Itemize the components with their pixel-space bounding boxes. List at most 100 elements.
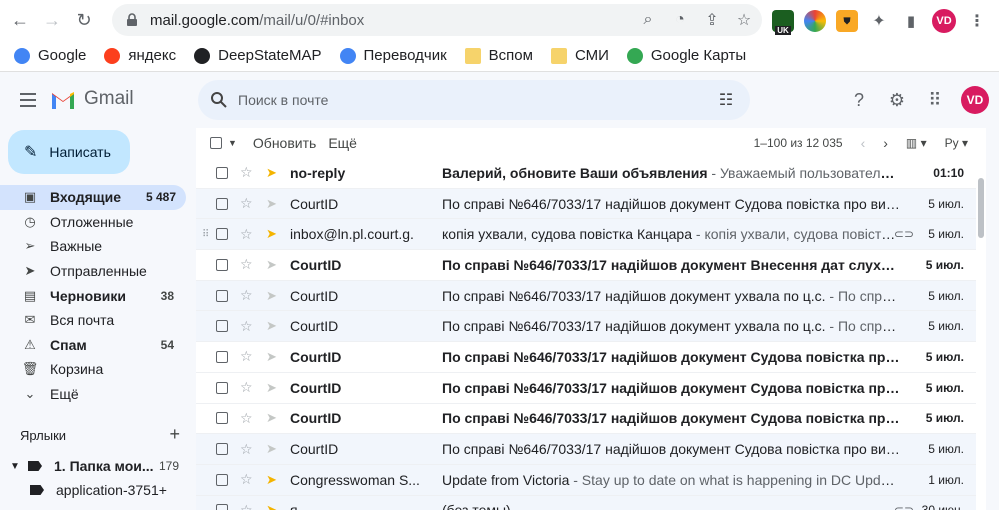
main-menu-icon[interactable] xyxy=(16,88,40,112)
table-row[interactable]: ☆ ➤ CourtID По справі №646/7033/17 надійшов… xyxy=(196,280,976,312)
compose-button[interactable]: ✎ Написать xyxy=(8,130,130,174)
table-row[interactable]: ☆ ➤ CourtID По справі №646/7033/17 надійшов… xyxy=(196,434,976,465)
zoom-icon[interactable]: ⌕ xyxy=(638,10,658,30)
more-button[interactable]: Ещё xyxy=(328,135,357,151)
importance-marker-icon[interactable]: ➤ xyxy=(266,380,286,396)
bookmark-item[interactable]: СМИ xyxy=(550,47,609,64)
sidebar-item-chevron-down[interactable]: ⌄ Ещё xyxy=(0,382,196,407)
extension-shield-icon[interactable]: ⛊ xyxy=(836,10,858,32)
bookmark-item[interactable]: Переводчик xyxy=(339,47,447,64)
next-page-icon[interactable]: › xyxy=(883,135,888,151)
importance-marker-icon[interactable]: ➤ xyxy=(266,226,286,242)
star-icon[interactable]: ☆ xyxy=(240,379,260,396)
row-checkbox[interactable] xyxy=(216,412,228,425)
search-bar[interactable]: ☷ xyxy=(198,80,750,120)
bookmark-star-icon[interactable]: ☆ xyxy=(734,10,754,30)
row-checkbox[interactable] xyxy=(216,228,228,241)
address-bar[interactable]: mail.google.com/mail/u/0/#inbox ⌕ ◔ ⇪ ☆ xyxy=(112,4,762,36)
list-scrollbar[interactable] xyxy=(978,178,984,238)
search-icon[interactable] xyxy=(210,91,228,109)
sidebar-item-draft[interactable]: ▤ Черновики 38 xyxy=(0,283,196,308)
attachment-icon[interactable]: ⊂⊃ xyxy=(894,503,914,510)
profile-avatar[interactable]: VD xyxy=(932,9,956,33)
importance-marker-icon[interactable]: ➤ xyxy=(266,165,286,181)
bookmark-item[interactable]: Google xyxy=(14,47,86,64)
label-item[interactable]: application-3751+ xyxy=(30,482,167,498)
star-icon[interactable]: ☆ xyxy=(240,287,260,304)
input-tools-button[interactable]: Ру ▾ xyxy=(945,136,968,150)
table-row[interactable]: ☆ ➤ CourtID По справі №646/7033/17 надійшов… xyxy=(196,342,976,373)
star-icon[interactable]: ☆ xyxy=(240,348,260,365)
performance-icon[interactable]: ◔ xyxy=(670,10,690,30)
browser-menu-icon[interactable]: ⋮ xyxy=(966,10,988,32)
site-info-icon[interactable] xyxy=(122,10,142,30)
sidebar-item-trash[interactable]: 🗑 Корзина xyxy=(0,357,196,382)
star-icon[interactable]: ☆ xyxy=(240,502,260,510)
drag-handle-icon[interactable]: ⠿ xyxy=(202,229,214,240)
bookmark-item[interactable]: яндекс xyxy=(104,47,176,64)
importance-marker-icon[interactable]: ➤ xyxy=(266,318,286,334)
add-label-icon[interactable]: + xyxy=(169,424,180,445)
row-checkbox[interactable] xyxy=(216,473,228,486)
importance-marker-icon[interactable]: ➤ xyxy=(266,502,286,510)
reload-icon[interactable]: ↻ xyxy=(68,4,100,36)
split-pane-icon[interactable]: ▥ ▾ xyxy=(906,136,927,150)
star-icon[interactable]: ☆ xyxy=(240,410,260,427)
table-row[interactable]: ☆ ➤ я(без темы) ⊂⊃ 30 июн. xyxy=(196,495,976,510)
row-checkbox[interactable] xyxy=(216,504,228,510)
importance-marker-icon[interactable]: ➤ xyxy=(266,196,286,212)
label-item[interactable]: ▼ 1. Папка мои... 179 xyxy=(10,458,179,474)
table-row[interactable]: ☆ ➤ CourtID По справі №646/7033/17 надійшов… xyxy=(196,403,976,435)
url-text[interactable]: mail.google.com/mail/u/0/#inbox xyxy=(150,12,364,29)
sidebar-item-clock[interactable]: ◷ Отложенные xyxy=(0,210,196,235)
importance-marker-icon[interactable]: ➤ xyxy=(266,257,286,273)
sidebar-item-all-mail[interactable]: ✉ Вся почта xyxy=(0,308,196,333)
importance-marker-icon[interactable]: ➤ xyxy=(266,349,286,365)
refresh-button[interactable]: Обновить xyxy=(253,135,316,151)
row-checkbox[interactable] xyxy=(216,320,228,333)
select-dropdown-icon[interactable]: ▼ xyxy=(228,138,237,148)
sidebar-item-important[interactable]: ➢ Важные xyxy=(0,234,196,259)
sidebar-item-send[interactable]: ➤ Отправленные xyxy=(0,259,196,284)
table-row[interactable]: ☆ ➤ CourtID По справі №646/7033/17 надійшов… xyxy=(196,372,976,404)
importance-marker-icon[interactable]: ➤ xyxy=(266,441,286,457)
attachment-icon[interactable]: ⊂⊃ xyxy=(894,227,914,241)
select-all-checkbox[interactable] xyxy=(210,137,222,149)
share-icon[interactable]: ⇪ xyxy=(702,10,722,30)
star-icon[interactable]: ☆ xyxy=(240,226,260,243)
row-checkbox[interactable] xyxy=(216,258,228,271)
table-row[interactable]: ⠿ ☆ ➤ inbox@ln.pl.court.g. копія ухвали, суд… xyxy=(196,219,976,251)
importance-marker-icon[interactable]: ➤ xyxy=(266,288,286,304)
star-icon[interactable]: ☆ xyxy=(240,256,260,273)
row-checkbox[interactable] xyxy=(216,350,228,363)
sidebar-item-inbox[interactable]: ▣ Входящие 5 487 xyxy=(0,185,186,210)
table-row[interactable]: ☆ ➤ Congresswoman S... Update from Victoria… xyxy=(196,464,976,496)
sidebar-item-spam[interactable]: ⚠ Спам 54 xyxy=(0,333,196,358)
row-checkbox[interactable] xyxy=(216,443,228,456)
caret-down-icon[interactable]: ▼ xyxy=(10,461,22,472)
bookmark-item[interactable]: Вспом xyxy=(464,47,533,64)
row-checkbox[interactable] xyxy=(216,381,228,394)
prev-page-icon[interactable]: ‹ xyxy=(861,135,866,151)
settings-gear-icon[interactable]: ⚙ xyxy=(885,88,909,112)
table-row[interactable]: ☆ ➤ CourtID По справі №646/7033/17 надійшов… xyxy=(196,311,976,343)
star-icon[interactable]: ☆ xyxy=(240,441,260,458)
side-panel-icon[interactable]: ▮ xyxy=(900,10,922,32)
extension-color-icon[interactable] xyxy=(804,10,826,32)
star-icon[interactable]: ☆ xyxy=(240,318,260,335)
importance-marker-icon[interactable]: ➤ xyxy=(266,410,286,426)
table-row[interactable]: ☆ ➤ CourtID По справі №646/7033/17 надійшов… xyxy=(196,250,976,281)
star-icon[interactable]: ☆ xyxy=(240,164,260,181)
bookmark-item[interactable]: DeepStateMAP xyxy=(194,47,322,64)
row-checkbox[interactable] xyxy=(216,289,228,302)
forward-icon[interactable]: → xyxy=(36,4,68,36)
extensions-puzzle-icon[interactable]: ✦ xyxy=(868,10,890,32)
bookmark-item[interactable]: Google Карты xyxy=(626,47,746,64)
search-input[interactable] xyxy=(238,92,708,108)
apps-grid-icon[interactable]: ⠿ xyxy=(923,88,947,112)
star-icon[interactable]: ☆ xyxy=(240,195,260,212)
importance-marker-icon[interactable]: ➤ xyxy=(266,472,286,488)
search-options-icon[interactable]: ☷ xyxy=(716,90,736,110)
gmail-logo[interactable]: Gmail xyxy=(50,88,134,110)
extension-flag-icon[interactable]: UK xyxy=(772,10,794,35)
